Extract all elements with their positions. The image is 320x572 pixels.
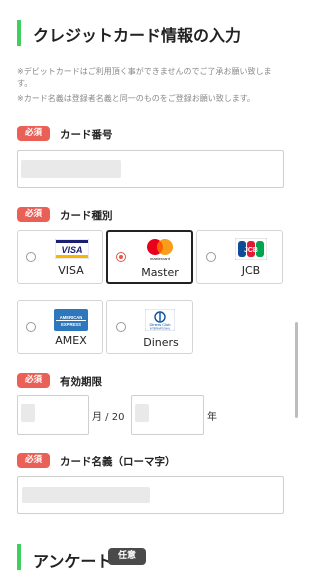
card-number-masked-value [21, 160, 121, 178]
section-accent-bar [17, 544, 21, 570]
card-name-master: Master [141, 266, 179, 279]
page-title: クレジットカード情報の入力 [33, 26, 242, 45]
expiry-month-masked-value [21, 404, 35, 422]
card-option-visa[interactable]: VISA VISA [17, 230, 103, 284]
expiry-label: 有効期限 [60, 376, 102, 388]
jcb-logo-icon: JCB [235, 238, 267, 260]
mastercard-logo-icon: mastercard [147, 239, 173, 261]
diners-radio[interactable] [116, 322, 126, 332]
svg-text:EXPRESS: EXPRESS [61, 322, 81, 327]
required-badge: 必須 [17, 373, 50, 388]
amex-radio[interactable] [26, 322, 36, 332]
expiry-month-suffix: 月 / 20 [92, 412, 125, 423]
svg-text:INTERNATIONAL: INTERNATIONAL [150, 327, 171, 331]
svg-text:JCB: JCB [244, 247, 258, 254]
card-option-amex[interactable]: AMERICAN EXPRESS AMEX [17, 300, 103, 354]
svg-text:AMERICAN: AMERICAN [60, 315, 83, 320]
card-name-amex: AMEX [55, 334, 87, 347]
expiry-year-masked-value [135, 404, 149, 422]
survey-title: アンケート [33, 552, 113, 571]
card-option-diners[interactable]: Diners Club INTERNATIONAL Diners [106, 300, 193, 354]
card-name-visa: VISA [58, 264, 84, 277]
scrollbar-track[interactable] [295, 0, 298, 570]
visa-radio[interactable] [26, 252, 36, 262]
debit-card-note: ※デビットカードはご利用頂く事ができませんのでご了承お願い致します。 [17, 67, 272, 88]
visa-logo-icon: VISA [55, 239, 89, 259]
expiry-year-suffix: 年 [207, 412, 217, 423]
svg-text:mastercard: mastercard [150, 256, 170, 261]
card-name-jcb: JCB [241, 264, 261, 277]
optional-badge: 任意 [108, 548, 146, 565]
svg-text:VISA: VISA [61, 245, 82, 255]
card-number-label: カード番号 [60, 129, 113, 141]
required-badge: 必須 [17, 453, 50, 468]
card-holder-label: カード名義（ローマ字） [60, 456, 176, 468]
card-holder-masked-value [22, 487, 150, 503]
card-option-master[interactable]: mastercard Master [106, 230, 193, 284]
jcb-radio[interactable] [206, 252, 216, 262]
scrollbar-thumb[interactable] [295, 322, 298, 418]
card-type-label: カード種別 [60, 210, 113, 222]
card-option-jcb[interactable]: JCB JCB [196, 230, 283, 284]
card-holder-note: ※カード名義は登録者名義と同一のものをご登録お願い致します。 [17, 94, 255, 103]
required-badge: 必須 [17, 126, 50, 141]
amex-logo-icon: AMERICAN EXPRESS [54, 309, 88, 331]
card-name-diners: Diners [143, 336, 179, 349]
section-accent-bar [17, 20, 21, 46]
master-radio[interactable] [116, 252, 126, 262]
required-badge: 必須 [17, 207, 50, 222]
svg-text:Diners Club: Diners Club [150, 322, 172, 327]
diners-logo-icon: Diners Club INTERNATIONAL [145, 309, 175, 331]
